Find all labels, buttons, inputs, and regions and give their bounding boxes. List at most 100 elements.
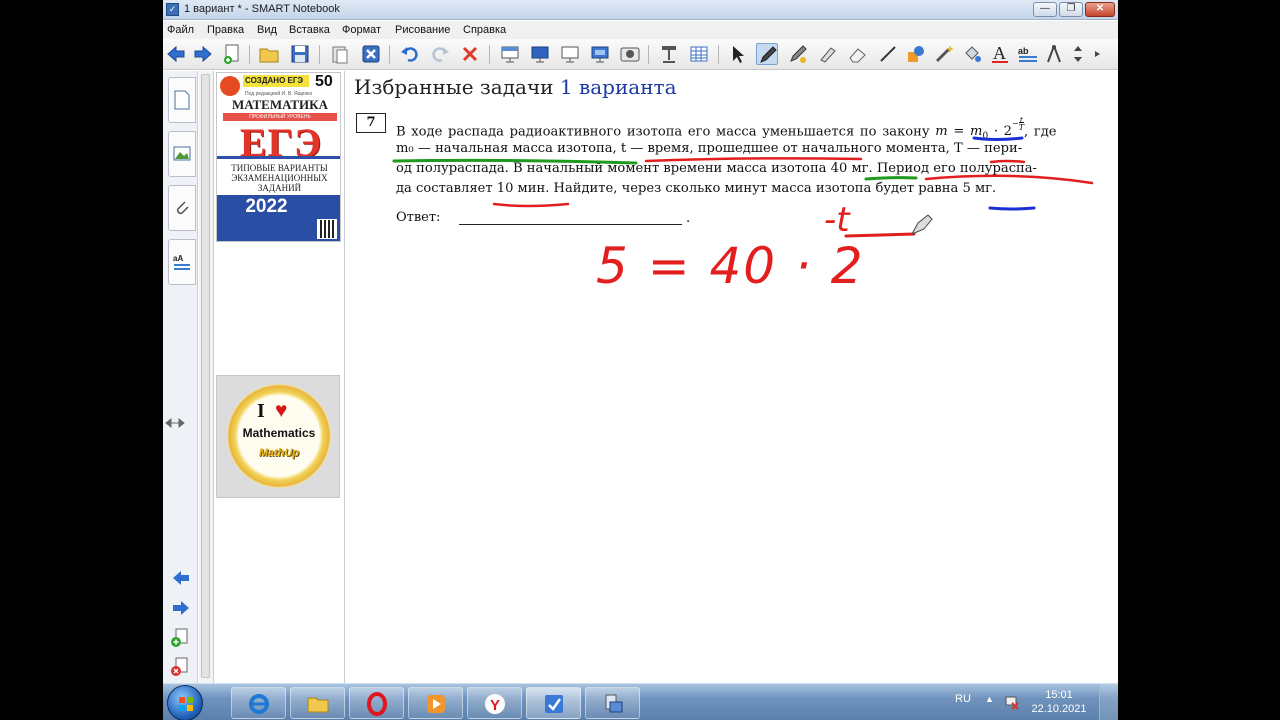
open-folder-icon[interactable] bbox=[258, 43, 280, 65]
magic-pen-icon[interactable] bbox=[933, 43, 955, 65]
menu-view[interactable]: Вид bbox=[257, 24, 277, 36]
task-number: 7 bbox=[356, 113, 386, 133]
decay-formula: m = m0 · 2−t T bbox=[935, 116, 1025, 142]
menu-format[interactable]: Формат bbox=[342, 24, 381, 36]
attachments-tab[interactable] bbox=[168, 185, 196, 231]
properties-tab[interactable]: aA bbox=[168, 239, 196, 285]
save-icon[interactable] bbox=[289, 43, 311, 65]
ink-equation: 5 = 40 · 2 bbox=[596, 237, 865, 295]
forward-page-icon[interactable] bbox=[192, 43, 214, 65]
menu-edit[interactable]: Правка bbox=[207, 24, 244, 36]
language-indicator[interactable]: RU bbox=[955, 693, 971, 705]
cover-year: 2022 bbox=[245, 196, 288, 217]
start-button[interactable] bbox=[167, 685, 203, 720]
taskbar-opera[interactable] bbox=[349, 687, 404, 719]
clock-date: 22.10.2021 bbox=[1031, 703, 1087, 715]
highlighter-icon[interactable] bbox=[817, 43, 839, 65]
side-add-page-icon[interactable] bbox=[170, 628, 190, 648]
taskbar-smart-notebook[interactable] bbox=[526, 687, 581, 719]
book-cover-image[interactable]: СОЗДАНО ЕГЭ 50 Под редакцией И. В. Ященк… bbox=[216, 72, 341, 242]
add-page-icon[interactable] bbox=[221, 43, 243, 65]
clock[interactable]: 15:01 22.10.2021 bbox=[1029, 688, 1089, 716]
svg-text:A: A bbox=[993, 43, 1006, 63]
cover-created-label: СОЗДАНО ЕГЭ bbox=[243, 75, 309, 87]
maximize-button[interactable]: ❐ bbox=[1059, 2, 1083, 17]
problem-line-4: да составляет 10 мин. Найдите, через ско… bbox=[396, 181, 997, 196]
display-icon[interactable] bbox=[589, 43, 611, 65]
document-camera-icon[interactable] bbox=[658, 43, 680, 65]
cover-subject: МАТЕМАТИКА bbox=[232, 97, 328, 112]
eraser-icon[interactable] bbox=[847, 43, 869, 65]
side-delete-page-icon[interactable] bbox=[170, 657, 190, 677]
fipi-badge bbox=[220, 76, 240, 96]
yandex-icon: Y bbox=[485, 694, 505, 714]
svg-text:ab: ab bbox=[1018, 46, 1029, 56]
title-bar: ✓ 1 вариант * - SMART Notebook — ❐ ✕ bbox=[163, 0, 1118, 20]
pen-icon[interactable] bbox=[756, 43, 778, 65]
notebook-app-icon: ✓ bbox=[166, 3, 179, 16]
line-icon[interactable] bbox=[877, 43, 899, 65]
ink-fraction-bar bbox=[844, 232, 916, 238]
menu-insert[interactable]: Вставка bbox=[289, 24, 330, 36]
undo-icon[interactable] bbox=[399, 43, 421, 65]
transparent-bg-icon[interactable] bbox=[559, 43, 581, 65]
i-love-mathematics-logo[interactable]: I ♥ Mathematics MathUp bbox=[216, 375, 340, 498]
creative-pen-icon[interactable] bbox=[787, 43, 809, 65]
smart-tools-icon bbox=[605, 694, 623, 713]
media-player-icon bbox=[427, 695, 445, 713]
opera-icon bbox=[367, 692, 387, 716]
back-page-icon[interactable] bbox=[165, 43, 187, 65]
problem-line-2: m₀ — начальная масса изотопа, t — время,… bbox=[396, 141, 1023, 156]
page-sorter-tab[interactable] bbox=[168, 77, 196, 123]
gallery-pane: СОЗДАНО ЕГЭ 50 Под редакцией И. В. Ященк… bbox=[165, 71, 345, 683]
prev-page-icon[interactable] bbox=[172, 569, 190, 587]
delete-page-icon[interactable] bbox=[360, 43, 382, 65]
taskbar-explorer[interactable] bbox=[290, 687, 345, 719]
menu-help[interactable]: Справка bbox=[463, 24, 506, 36]
taskbar-ie[interactable] bbox=[231, 687, 286, 719]
windows-taskbar: Y RU ▲ 15:01 22.10.2021 bbox=[163, 683, 1118, 720]
taskbar-smart-tools[interactable] bbox=[585, 687, 640, 719]
pen-cursor-icon bbox=[910, 214, 933, 236]
toolbar-more-icon[interactable] bbox=[1087, 43, 1100, 65]
show-desktop-button[interactable] bbox=[1099, 684, 1118, 720]
menu-draw[interactable]: Рисование bbox=[395, 24, 450, 36]
main-toolbar: A ab bbox=[163, 39, 1118, 70]
minimize-button[interactable]: — bbox=[1033, 2, 1057, 17]
answer-label: Ответ: bbox=[396, 210, 441, 225]
properties-icon[interactable]: ab bbox=[1017, 43, 1039, 65]
taskbar-yandex[interactable]: Y bbox=[467, 687, 522, 719]
redo-icon[interactable] bbox=[429, 43, 451, 65]
side-tabs: aA bbox=[163, 71, 198, 683]
close-button[interactable]: ✕ bbox=[1085, 2, 1115, 17]
shapes-icon[interactable] bbox=[905, 43, 927, 65]
logo-word: Mathematics bbox=[242, 426, 316, 440]
paste-icon[interactable] bbox=[329, 43, 351, 65]
table-icon[interactable] bbox=[688, 43, 710, 65]
ink-underline-40mg bbox=[864, 176, 918, 181]
capture-icon[interactable] bbox=[619, 43, 641, 65]
tray-expand-icon[interactable]: ▲ bbox=[985, 694, 994, 704]
svg-text:aA: aA bbox=[173, 254, 183, 263]
cover-types: ТИПОВЫЕ ВАРИАНТЫ ЭКЗАМЕНАЦИОННЫХ ЗАДАНИЙ bbox=[231, 163, 328, 193]
problem-line-1: В ходе распада радиоактивного изотопа ег… bbox=[396, 116, 1057, 142]
next-page-icon[interactable] bbox=[172, 599, 190, 617]
gallery-tab[interactable] bbox=[168, 131, 196, 177]
measurement-icon[interactable] bbox=[1043, 43, 1065, 65]
side-scrollbar[interactable] bbox=[199, 71, 214, 683]
whiteboard-page[interactable]: Избранные задачи 1 варианта 7 В ходе рас… bbox=[346, 71, 1118, 683]
taskbar-media[interactable] bbox=[408, 687, 463, 719]
network-status-icon[interactable] bbox=[1004, 694, 1020, 710]
screen-shade-icon[interactable] bbox=[499, 43, 521, 65]
resize-handle-icon[interactable] bbox=[165, 416, 185, 430]
select-arrow-icon[interactable] bbox=[727, 43, 749, 65]
delete-icon[interactable] bbox=[459, 43, 481, 65]
internet-explorer-icon bbox=[249, 694, 269, 714]
menu-file[interactable]: Файл bbox=[167, 24, 194, 36]
fill-icon[interactable] bbox=[961, 43, 983, 65]
side-scroll-thumb[interactable] bbox=[201, 74, 210, 678]
ink-underline-5mg bbox=[988, 206, 1036, 211]
toolbar-move-icon[interactable] bbox=[1067, 43, 1089, 65]
text-icon[interactable]: A bbox=[989, 43, 1011, 65]
full-screen-icon[interactable] bbox=[529, 43, 551, 65]
